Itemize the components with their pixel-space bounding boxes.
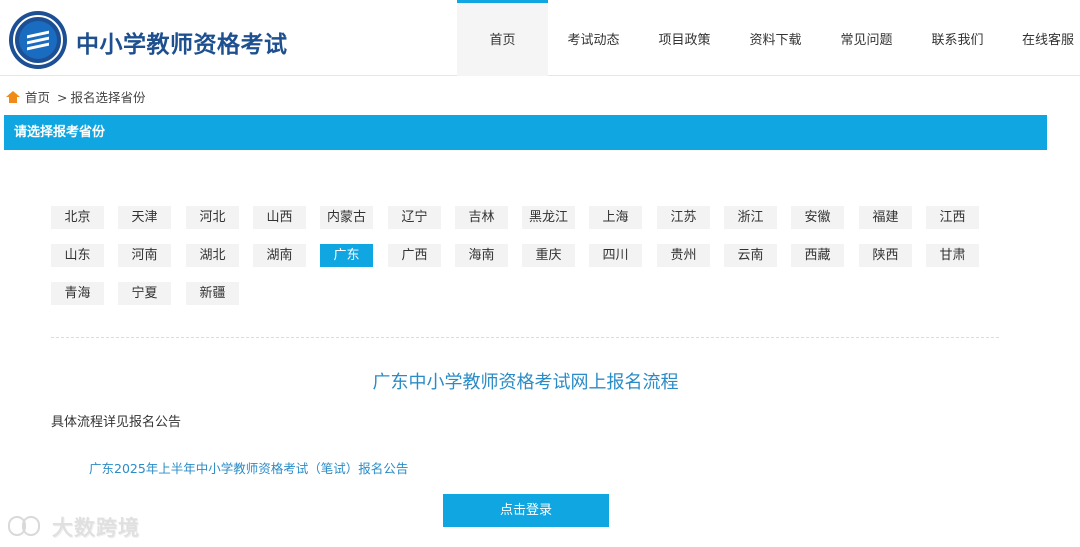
province-button[interactable]: 浙江 [724, 206, 777, 229]
breadcrumb: 首页 > 报名选择省份 [6, 87, 146, 105]
nav-item-downloads[interactable]: 资料下载 [730, 0, 821, 76]
province-button[interactable]: 山西 [253, 206, 306, 229]
watermark-text: 大数跨境 [52, 516, 140, 540]
province-button[interactable]: 河北 [186, 206, 239, 229]
province-button[interactable]: 湖南 [253, 244, 306, 267]
province-button[interactable]: 山东 [51, 244, 104, 267]
province-button[interactable]: 安徽 [791, 206, 844, 229]
breadcrumb-current: 报名选择省份 [70, 90, 146, 105]
nav-item-faq[interactable]: 常见问题 [821, 0, 912, 76]
province-button[interactable]: 辽宁 [388, 206, 441, 229]
province-button[interactable]: 四川 [589, 244, 642, 267]
flow-description: 具体流程详见报名公告 [51, 415, 182, 430]
book-icon [27, 30, 49, 51]
province-button[interactable]: 云南 [724, 244, 777, 267]
breadcrumb-separator: > [57, 90, 68, 105]
watermark-logo-icon [8, 514, 50, 538]
site-title[interactable]: 中小学教师资格考试 [76, 25, 288, 59]
login-button[interactable]: 点击登录 [443, 494, 609, 527]
province-button[interactable]: 上海 [589, 206, 642, 229]
breadcrumb-home[interactable]: 首页 [25, 90, 50, 105]
province-button[interactable]: 西藏 [791, 244, 844, 267]
province-button[interactable]: 北京 [51, 206, 104, 229]
province-button[interactable]: 重庆 [522, 244, 575, 267]
nav-item-online-service[interactable]: 在线客服 [1003, 0, 1080, 76]
province-button[interactable]: 广东 [320, 244, 373, 267]
nav-item-home[interactable]: 首页 [457, 0, 548, 76]
section-title: 请选择报考省份 [14, 125, 106, 140]
province-button[interactable]: 河南 [118, 244, 171, 267]
nav-item-policy[interactable]: 项目政策 [639, 0, 730, 76]
province-button[interactable]: 广西 [388, 244, 441, 267]
province-button[interactable]: 贵州 [657, 244, 710, 267]
dashed-divider [51, 337, 999, 338]
province-button[interactable]: 吉林 [455, 206, 508, 229]
section-title-bar: 请选择报考省份 [4, 115, 1047, 150]
province-button[interactable]: 江西 [926, 206, 979, 229]
province-button[interactable]: 宁夏 [118, 282, 171, 305]
home-icon [6, 91, 20, 103]
province-button[interactable]: 湖北 [186, 244, 239, 267]
province-button[interactable]: 海南 [455, 244, 508, 267]
province-button[interactable]: 甘肃 [926, 244, 979, 267]
notice-link[interactable]: 广东2025年上半年中小学教师资格考试（笔试）报名公告 [89, 458, 408, 477]
site-logo[interactable] [9, 11, 67, 69]
province-button[interactable]: 内蒙古 [320, 206, 373, 229]
province-button[interactable]: 天津 [118, 206, 171, 229]
nav-item-contact[interactable]: 联系我们 [912, 0, 1003, 76]
site-header: 中小学教师资格考试 首页 考试动态 项目政策 资料下载 常见问题 联系我们 在线… [0, 0, 1080, 76]
province-button[interactable]: 黑龙江 [522, 206, 575, 229]
province-button[interactable]: 新疆 [186, 282, 239, 305]
province-button[interactable]: 陕西 [859, 244, 912, 267]
nav-item-exam-news[interactable]: 考试动态 [548, 0, 639, 76]
province-button[interactable]: 江苏 [657, 206, 710, 229]
province-button[interactable]: 福建 [859, 206, 912, 229]
province-button[interactable]: 青海 [51, 282, 104, 305]
flow-title: 广东中小学教师资格考试网上报名流程 [372, 372, 679, 393]
